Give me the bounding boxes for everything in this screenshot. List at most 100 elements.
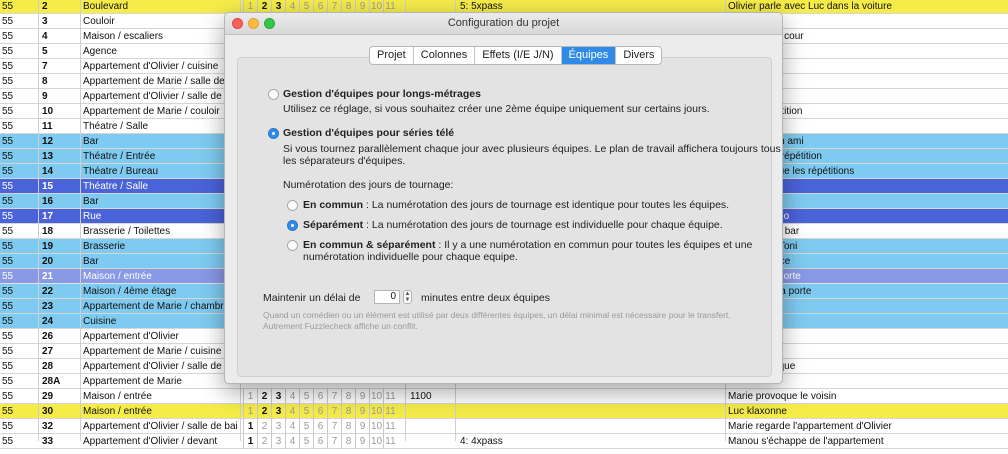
tv-series-teams-radio[interactable] [268, 128, 279, 139]
set-location-cell: Appartement de Marie [83, 376, 182, 387]
scene-number-cell: 32 [42, 421, 54, 432]
episode-cell: 55 [2, 46, 14, 57]
day-number: 4 [285, 434, 299, 449]
set-location-cell: Brasserie / Toilettes [83, 226, 171, 237]
numbering-separate-label[interactable]: Séparément : La numérotation des jours d… [303, 219, 723, 231]
episode-cell: 55 [2, 316, 14, 327]
day-number: 7 [327, 434, 341, 449]
episode-cell: 55 [2, 271, 14, 282]
feature-film-teams-radio[interactable] [268, 89, 279, 100]
numbering-title: Numérotation des jours de tournage: [283, 179, 454, 191]
set-location-cell: Maison / 4ème étage [83, 286, 177, 297]
feature-film-teams-label[interactable]: Gestion d'équipes pour longs-métrages [283, 88, 481, 100]
episode-cell: 55 [2, 436, 14, 447]
delay-input[interactable]: 0 [374, 290, 400, 304]
numbering-separate-radio[interactable] [287, 220, 298, 231]
scene-number-cell: 22 [42, 286, 54, 297]
episode-cell: 55 [2, 331, 14, 342]
scene-number-cell: 3 [42, 16, 48, 27]
scene-number-cell: 4 [42, 31, 48, 42]
set-location-cell: Bar [83, 136, 99, 147]
day-number: 11 [383, 434, 397, 449]
day-number: 2 [257, 404, 271, 419]
day-number: 10 [369, 389, 383, 404]
project-configuration-dialog: Configuration du projet Projet Colonnes … [224, 12, 783, 384]
set-location-cell: Appartement d'Olivier / salle de bain [83, 361, 238, 372]
episode-cell: 55 [2, 181, 14, 192]
tab-equipes[interactable]: Équipes [561, 47, 617, 64]
day-number: 8 [341, 419, 355, 434]
scene-number-cell: 15 [42, 181, 54, 192]
tab-colonnes[interactable]: Colonnes [414, 47, 476, 64]
table-row[interactable]: 55 32 Appartement d'Olivier / salle de bai… [0, 419, 1008, 434]
table-row[interactable]: 55 29 Maison / entrée 1 2 3 4 5 6 7 8 9 10 11 1100 Mari… [0, 389, 1008, 404]
tv-series-teams-label[interactable]: Gestion d'équipes pour séries télé [283, 127, 454, 139]
set-location-cell: Théatre / Salle [83, 121, 149, 132]
delay-stepper[interactable]: ▲ ▼ [403, 290, 412, 304]
day-number: 7 [327, 389, 341, 404]
tv-series-teams-description-line2: les séparateurs d'équipes. [283, 155, 406, 167]
day-number: 4 [285, 404, 299, 419]
scene-number-cell: 14 [42, 166, 54, 177]
tab-projet[interactable]: Projet [370, 47, 414, 64]
table-row[interactable]: 55 30 Maison / entrée 1 2 3 4 5 6 7 8 9 10 11 Luc klax… [0, 404, 1008, 419]
day-number: 3 [271, 419, 285, 434]
column-divider [80, 0, 81, 441]
set-location-cell: Appartement d'Olivier / devant [83, 436, 218, 447]
numbering-common-radio[interactable] [287, 200, 298, 211]
day-number: 6 [313, 389, 327, 404]
set-location-cell: Appartement d'Olivier / salle de bain [83, 421, 238, 432]
day-number: 5 [299, 434, 313, 449]
episode-cell: 55 [2, 256, 14, 267]
stepper-down-icon[interactable]: ▼ [405, 297, 411, 303]
numbering-both-label[interactable]: En commun & séparément : Il y a une numé… [303, 239, 752, 251]
settings-tab-bar: Projet Colonnes Effets (I/E J/N) Équipes… [369, 46, 663, 65]
scene-number-cell: 29 [42, 391, 54, 402]
episode-cell: 55 [2, 1, 14, 12]
day-number: 5 [299, 419, 313, 434]
extras-cell: 4: 4xpass [460, 436, 503, 447]
episode-cell: 55 [2, 31, 14, 42]
day-number: 10 [369, 434, 383, 449]
day-number: 11 [383, 389, 397, 404]
day-number: 8 [341, 404, 355, 419]
scene-number-cell: 19 [42, 241, 54, 252]
day-number: 10 [369, 419, 383, 434]
scene-number-cell: 30 [42, 406, 54, 417]
episode-cell: 55 [2, 406, 14, 417]
scene-number-cell: 8 [42, 76, 48, 87]
scene-number-cell: 33 [42, 436, 54, 447]
numbering-common-label[interactable]: En commun : La numérotation des jours de… [303, 199, 729, 211]
delay-note: Quand un comédien ou un élément est util… [263, 310, 763, 332]
set-location-cell: Théatre / Entrée [83, 151, 156, 162]
day-number: 1 [243, 419, 257, 434]
set-location-cell: Brasserie [83, 241, 126, 252]
day-number: 2 [257, 389, 271, 404]
description-cell: Manou s'échappe de l'appartement [728, 436, 884, 447]
set-location-cell: Maison / entrée [83, 391, 152, 402]
scene-number-cell: 26 [42, 331, 54, 342]
day-number: 1 [243, 434, 257, 449]
set-location-cell: Agence [83, 46, 117, 57]
scene-number-cell: 7 [42, 61, 48, 72]
numbering-both-text: : Il y a une numérotation en commun pour… [435, 239, 753, 251]
scene-number-cell: 16 [42, 196, 54, 207]
scene-number-cell: 20 [42, 256, 54, 267]
day-number: 3 [271, 434, 285, 449]
episode-cell: 55 [2, 106, 14, 117]
numbering-both-radio[interactable] [287, 240, 298, 251]
day-number: 9 [355, 419, 369, 434]
day-number: 9 [355, 404, 369, 419]
episode-cell: 55 [2, 121, 14, 132]
set-location-cell: Bar [83, 256, 99, 267]
set-location-cell: Théatre / Bureau [83, 166, 159, 177]
tab-divers[interactable]: Divers [616, 47, 661, 64]
tab-effets[interactable]: Effets (I/E J/N) [475, 47, 562, 64]
episode-cell: 55 [2, 136, 14, 147]
scene-number-cell: 24 [42, 316, 54, 327]
table-row[interactable]: 55 33 Appartement d'Olivier / devant 1 2 3 4 5 6… [0, 434, 1008, 449]
day-number: 6 [313, 404, 327, 419]
set-location-cell: Maison / entrée [83, 406, 152, 417]
shooting-days-cell: 1 2 3 4 5 6 7 8 9 10 11 [243, 434, 403, 454]
day-number: 11 [383, 419, 397, 434]
